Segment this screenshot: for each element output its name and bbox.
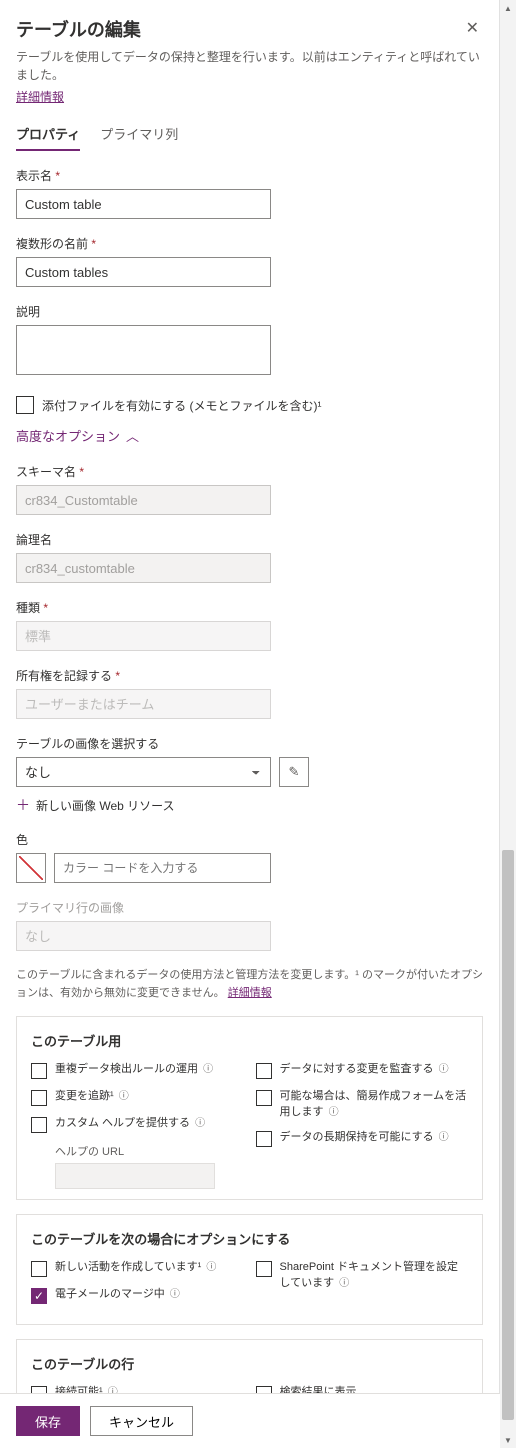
help-url-label: ヘルプの URL	[55, 1143, 244, 1159]
info-icon[interactable]: ⓘ	[170, 1289, 180, 1300]
new-activity-checkbox[interactable]	[31, 1261, 47, 1277]
learn-more-link[interactable]: 詳細情報	[16, 90, 64, 104]
info-icon[interactable]: ⓘ	[439, 1132, 449, 1143]
quick-create-checkbox[interactable]	[256, 1090, 272, 1106]
scrollbar-track[interactable]: ▲ ▼	[500, 0, 516, 1448]
attachments-label: 添付ファイルを有効にする (メモとファイルを含む)¹	[42, 397, 321, 414]
logical-name-label: 論理名	[16, 531, 483, 548]
primary-image-select: なし	[16, 921, 271, 951]
display-name-input[interactable]	[16, 189, 271, 219]
save-button[interactable]: 保存	[16, 1406, 80, 1436]
type-label: 種類	[16, 599, 483, 616]
primary-image-label: プライマリ行の画像	[16, 899, 483, 916]
description-input[interactable]	[16, 325, 271, 375]
box1-title: このテーブル用	[31, 1031, 468, 1050]
ownership-label: 所有権を記録する	[16, 667, 483, 684]
panel-description: テーブルを使用してデータの保持と整理を行います。以前はエンティティと呼ばれていま…	[16, 48, 483, 84]
audit-changes-checkbox[interactable]	[256, 1063, 272, 1079]
info-icon[interactable]: ⓘ	[206, 1262, 216, 1273]
color-code-input[interactable]	[54, 853, 271, 883]
table-image-select[interactable]: なし	[16, 757, 271, 787]
info-icon[interactable]: ⓘ	[203, 1064, 213, 1075]
scrollbar-up-icon[interactable]: ▲	[500, 0, 516, 16]
box2-title: このテーブルを次の場合にオプションにする	[31, 1229, 468, 1248]
info-icon[interactable]: ⓘ	[339, 1278, 349, 1289]
duplicate-detection-checkbox[interactable]	[31, 1063, 47, 1079]
schema-name-label: スキーマ名	[16, 463, 483, 480]
info-icon[interactable]: ⓘ	[329, 1107, 339, 1118]
long-term-retention-checkbox[interactable]	[256, 1131, 272, 1147]
schema-name-input	[16, 485, 271, 515]
panel-title: テーブルの編集	[16, 16, 141, 42]
info-icon[interactable]: ⓘ	[119, 1091, 129, 1102]
attachments-checkbox[interactable]	[16, 396, 34, 414]
color-label: 色	[16, 831, 483, 848]
logical-name-input	[16, 553, 271, 583]
close-icon[interactable]: ✕	[462, 16, 483, 40]
scrollbar-down-icon[interactable]: ▼	[500, 1432, 516, 1448]
chevron-up-icon: ︿	[126, 426, 139, 445]
info-icon[interactable]: ⓘ	[195, 1118, 205, 1129]
edit-image-button[interactable]: ✎	[279, 757, 309, 787]
color-swatch[interactable]	[16, 853, 46, 883]
ownership-select: ユーザーまたはチーム	[16, 689, 271, 719]
options-learn-more-link[interactable]: 詳細情報	[228, 987, 272, 999]
tab-properties[interactable]: プロパティ	[16, 124, 80, 151]
display-name-label: 表示名	[16, 167, 483, 184]
plural-name-label: 複数形の名前	[16, 235, 483, 252]
plural-name-input[interactable]	[16, 257, 271, 287]
scrollbar-thumb[interactable]	[502, 850, 514, 1420]
help-url-input	[55, 1163, 215, 1189]
plus-icon: ＋	[16, 795, 30, 815]
advanced-options-toggle[interactable]: 高度なオプション︿	[16, 426, 483, 445]
tab-primary-column[interactable]: プライマリ列	[100, 124, 178, 151]
description-label: 説明	[16, 303, 483, 320]
sharepoint-checkbox[interactable]	[256, 1261, 272, 1277]
custom-help-checkbox[interactable]	[31, 1117, 47, 1133]
type-select: 標準	[16, 621, 271, 651]
options-note: このテーブルに含まれるデータの使用方法と管理方法を変更します。¹ のマークが付い…	[16, 967, 483, 1002]
track-changes-checkbox[interactable]	[31, 1090, 47, 1106]
table-image-label: テーブルの画像を選択する	[16, 735, 483, 752]
box3-title: このテーブルの行	[31, 1354, 468, 1373]
cancel-button[interactable]: キャンセル	[90, 1406, 193, 1436]
pencil-icon: ✎	[289, 764, 300, 780]
new-image-resource-button[interactable]: ＋ 新しい画像 Web リソース	[16, 795, 483, 815]
info-icon[interactable]: ⓘ	[439, 1064, 449, 1075]
mail-merge-checkbox[interactable]	[31, 1288, 47, 1304]
